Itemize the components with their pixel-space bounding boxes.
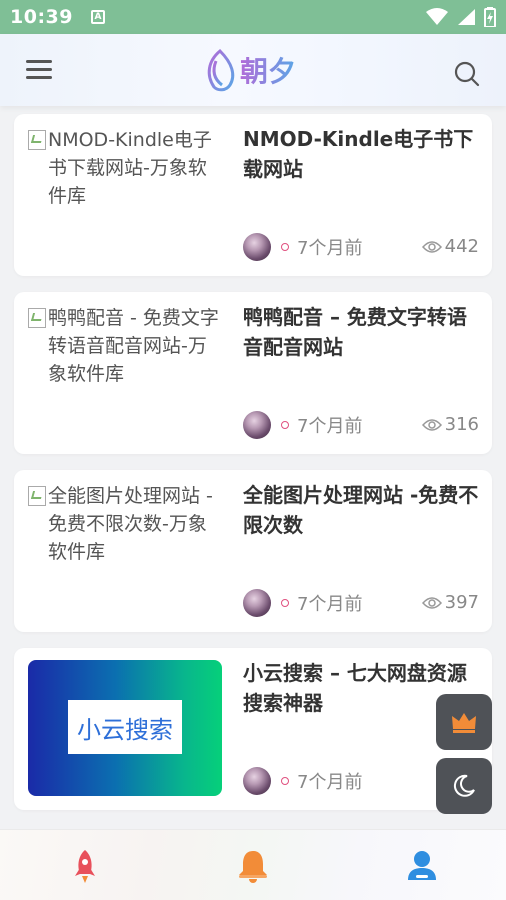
thumbnail-text: 小云搜索 xyxy=(68,700,182,754)
app-header: 朝夕 xyxy=(0,34,506,106)
post-thumbnail[interactable]: 小云搜索 xyxy=(28,660,222,796)
post-time: 7个月前 xyxy=(297,594,363,615)
vip-button[interactable] xyxy=(436,694,492,750)
post-card[interactable]: 小云搜索 小云搜索 – 七大网盘资源搜索神器 7个月前 xyxy=(14,648,492,810)
search-icon[interactable] xyxy=(454,61,480,87)
broken-image-icon xyxy=(28,308,46,328)
thumbnail-alt-text: 鸭鸭配音 - 免费文字转语音配音网站-万象软件库 xyxy=(48,307,219,385)
thumbnail-alt-text: NMOD-Kindle电子书下载网站-万象软件库 xyxy=(48,129,212,207)
post-meta: 7个月前 316 xyxy=(243,410,479,440)
status-time: 10:39 xyxy=(10,6,73,28)
nav-profile[interactable] xyxy=(402,846,442,886)
post-time: 7个月前 xyxy=(297,416,363,437)
post-list: NMOD-Kindle电子书下载网站-万象软件库 NMOD-Kindle电子书下… xyxy=(14,114,492,826)
thumbnail-alt-text: 全能图片处理网站 -免费不限次数-万象软件库 xyxy=(48,485,213,563)
post-meta: 7个月前 442 xyxy=(243,232,479,262)
author-avatar[interactable] xyxy=(243,767,271,795)
post-title[interactable]: 全能图片处理网站 -免费不限次数 xyxy=(243,480,483,540)
crown-icon xyxy=(452,713,476,733)
nav-notifications[interactable] xyxy=(233,846,273,886)
moon-icon xyxy=(453,774,475,797)
author-avatar[interactable] xyxy=(243,589,271,617)
logo-mark-icon xyxy=(207,48,235,92)
menu-icon[interactable] xyxy=(26,58,54,82)
status-dot xyxy=(281,599,289,607)
view-count-value: 442 xyxy=(444,236,479,257)
post-thumbnail[interactable]: 全能图片处理网站 -免费不限次数-万象软件库 xyxy=(28,482,222,618)
rocket-icon xyxy=(75,850,95,883)
nav-home[interactable] xyxy=(65,846,105,886)
broken-image-icon xyxy=(28,486,46,506)
post-meta: 7个月前 397 xyxy=(243,588,479,618)
post-card[interactable]: 全能图片处理网站 -免费不限次数-万象软件库 全能图片处理网站 -免费不限次数 … xyxy=(14,470,492,632)
view-count-value: 397 xyxy=(444,592,479,613)
eye-icon xyxy=(421,240,442,253)
user-icon xyxy=(408,851,436,880)
broken-image-icon xyxy=(28,130,46,150)
eye-icon xyxy=(421,596,442,609)
signal-icon xyxy=(458,9,475,25)
view-count: 397 xyxy=(421,592,479,613)
author-avatar[interactable] xyxy=(243,233,271,261)
status-dot xyxy=(281,421,289,429)
logo-text: 朝夕 xyxy=(240,50,296,90)
post-card[interactable]: 鸭鸭配音 - 免费文字转语音配音网站-万象软件库 鸭鸭配音 – 免费文字转语音配… xyxy=(14,292,492,454)
notification-icon: A xyxy=(90,10,105,24)
bottom-nav xyxy=(0,829,506,900)
post-time: 7个月前 xyxy=(297,238,363,259)
author-avatar[interactable] xyxy=(243,411,271,439)
post-time: 7个月前 xyxy=(297,772,363,793)
battery-icon xyxy=(484,7,496,27)
wifi-icon xyxy=(426,8,448,25)
status-bar: 10:39 A xyxy=(0,0,506,34)
post-title[interactable]: 鸭鸭配音 – 免费文字转语音配音网站 xyxy=(243,302,483,362)
post-title[interactable]: NMOD-Kindle电子书下载网站 xyxy=(243,124,483,184)
view-count: 316 xyxy=(421,414,479,435)
view-count: 442 xyxy=(421,236,479,257)
post-thumbnail[interactable]: NMOD-Kindle电子书下载网站-万象软件库 xyxy=(28,126,222,262)
status-dot xyxy=(281,777,289,785)
status-dot xyxy=(281,243,289,251)
bell-icon xyxy=(239,851,267,883)
eye-icon xyxy=(421,418,442,431)
post-card[interactable]: NMOD-Kindle电子书下载网站-万象软件库 NMOD-Kindle电子书下… xyxy=(14,114,492,276)
view-count-value: 316 xyxy=(444,414,479,435)
app-logo: 朝夕 xyxy=(202,46,296,94)
post-thumbnail[interactable]: 鸭鸭配音 - 免费文字转语音配音网站-万象软件库 xyxy=(28,304,222,440)
dark-mode-button[interactable] xyxy=(436,758,492,814)
